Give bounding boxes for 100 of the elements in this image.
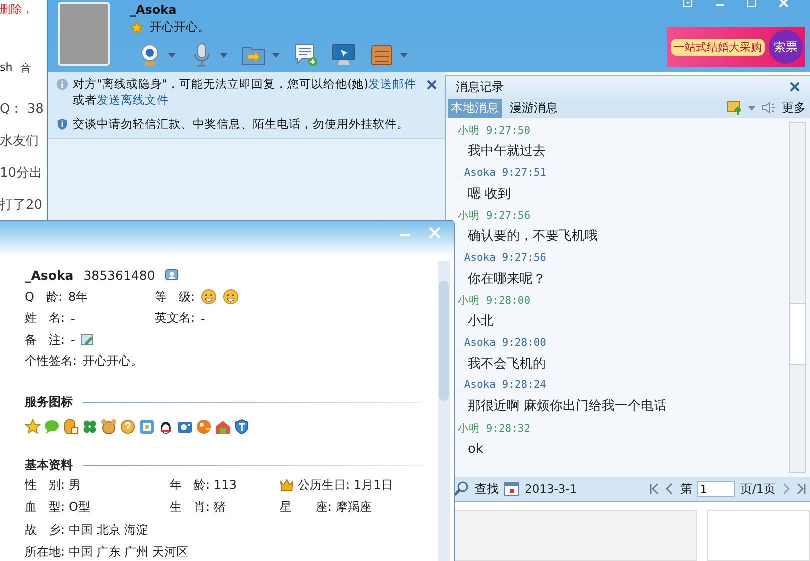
scrollbar[interactable] (438, 261, 450, 561)
history-tab[interactable]: 漫游消息 (507, 98, 561, 118)
message-add-icon[interactable] (294, 43, 318, 67)
close-icon[interactable] (427, 80, 437, 90)
field-value: 男 (69, 476, 82, 494)
message-header: 小明 9:27:50 (458, 124, 532, 139)
field-value: - (71, 333, 76, 348)
message-text: 我中午就过去 (467, 143, 547, 161)
message-header: _Asoka 9:27:56 (458, 252, 548, 266)
page-field[interactable]: 1 (697, 481, 736, 497)
more-button[interactable]: 更多 (782, 100, 806, 116)
field-value: 摩羯座 (336, 499, 372, 516)
field-label: 故 乡: (25, 522, 66, 539)
info-icon (56, 78, 69, 91)
signature-text: 开心开心。 (150, 19, 210, 36)
clover-icon[interactable] (82, 419, 98, 436)
star-icon (130, 20, 144, 34)
section-title: 基本资料 (25, 457, 73, 474)
notice-text: 交谈中请勿轻信汇款、中奖信息、陌生电话，勿使用外挂软件。 (73, 116, 410, 132)
notice-link[interactable]: 发送离线文件 (97, 93, 169, 107)
message-text: 确认要的，不要飞机哦 (467, 228, 599, 246)
field-value: - (71, 312, 76, 326)
field-label: 备 注: (25, 332, 66, 349)
avatar-placeholder (58, 2, 110, 66)
page-label: 第 (680, 480, 692, 498)
page-text: 音 (20, 61, 32, 76)
message-header: 小明 9:27:56 (458, 209, 532, 224)
bubble-icon[interactable] (44, 419, 60, 436)
last-page-icon[interactable] (796, 483, 806, 495)
ad-slogan: 一站式结婚大采购 (671, 38, 765, 56)
calendar-icon[interactable] (504, 481, 520, 497)
house-icon[interactable] (215, 419, 231, 436)
field-value: 猪 (214, 499, 226, 516)
scroll-thumb[interactable] (439, 281, 449, 401)
section-title: 服务图标 (25, 394, 73, 412)
speaker-icon[interactable] (761, 100, 777, 116)
maximize-icon[interactable] (747, 0, 757, 8)
message-text: ok (467, 440, 484, 458)
scroll-thumb[interactable] (790, 303, 805, 365)
crown-icon (280, 478, 294, 492)
message-text: 你在哪来呢？ (467, 270, 547, 288)
field-value: O型 (69, 499, 90, 516)
caret-icon[interactable] (272, 52, 280, 58)
caret-icon[interactable] (400, 52, 408, 58)
menu-icon[interactable] (683, 0, 693, 8)
field-value: 1月1日 (354, 476, 394, 494)
message-text: 嗯 收到 (467, 186, 512, 204)
first-page-icon[interactable] (650, 483, 660, 495)
contact-card-icon[interactable] (165, 268, 180, 283)
field-label: 姓 名: (25, 310, 66, 328)
message-header: _Asoka 9:28:00 (458, 336, 548, 350)
ad-badge[interactable]: 索票 (769, 30, 803, 64)
message-text: 小北 (467, 313, 495, 331)
camera-icon[interactable] (177, 419, 193, 436)
panel-title: 消息记录 (456, 78, 504, 96)
edit-icon[interactable] (81, 333, 96, 348)
message-text: 那很近啊 麻烦你出门给我一个电话 (467, 398, 668, 416)
message-header: 小明 9:28:32 (458, 422, 532, 436)
find-button[interactable]: 查找 (475, 480, 499, 498)
shield-icon[interactable] (234, 419, 250, 436)
pet-icon[interactable] (101, 419, 117, 436)
message-header: 小明 9:28:00 (458, 294, 532, 309)
field-label: 性 别: (25, 476, 66, 494)
field-value: - (201, 312, 206, 326)
export-icon[interactable] (727, 100, 743, 116)
star-icon[interactable] (25, 419, 41, 436)
message-header: _Asoka 9:27:51 (458, 166, 548, 180)
screen-share-icon[interactable] (332, 43, 356, 67)
crate-icon[interactable] (370, 43, 394, 67)
field-value: 8年 (68, 288, 88, 306)
contact-name: _Asoka (130, 3, 178, 17)
caret-icon[interactable] (220, 52, 228, 58)
field-label: 英文名: (155, 310, 196, 328)
field-label: 年 龄: (170, 476, 210, 494)
profile-name: _Asoka (25, 268, 74, 284)
page-text: 打了20 (0, 197, 44, 214)
notice-link[interactable]: 发送邮件 (368, 77, 417, 91)
previous-page-icon[interactable] (665, 483, 676, 495)
page-label: 页/1页 (740, 480, 776, 498)
date-text: 2013-3-1 (525, 482, 578, 496)
field-value: 113 (214, 478, 237, 492)
message-text: 我不会飞机的 (467, 356, 547, 374)
field-value: 开心开心。 (83, 353, 144, 370)
page-text: 水友们 (0, 133, 40, 150)
field-label: 所在地: (25, 544, 66, 561)
page-text: 10分出 (0, 165, 44, 182)
ad-banner[interactable]: 一站式结婚大采购 索票 (667, 27, 805, 67)
account-number: 385361480 (84, 268, 156, 284)
field-value: 中国 广东 广州 天河区 (69, 544, 188, 561)
close-icon[interactable] (790, 82, 800, 92)
page-text: sh (0, 61, 13, 76)
scrollbar[interactable] (789, 122, 806, 473)
notice-text: 对方"离线或隐身"，可能无法立即回复，您可以给他(她)发送邮件 或者发送离线文件 (73, 76, 417, 108)
field-label: 等 级: (155, 288, 196, 306)
caret-icon[interactable] (748, 106, 756, 110)
caret-icon[interactable] (168, 52, 176, 58)
search-icon[interactable] (454, 481, 470, 497)
next-page-icon[interactable] (781, 483, 791, 495)
smiley-icon (223, 289, 240, 306)
message-header: _Asoka 9:28:24 (458, 379, 548, 393)
